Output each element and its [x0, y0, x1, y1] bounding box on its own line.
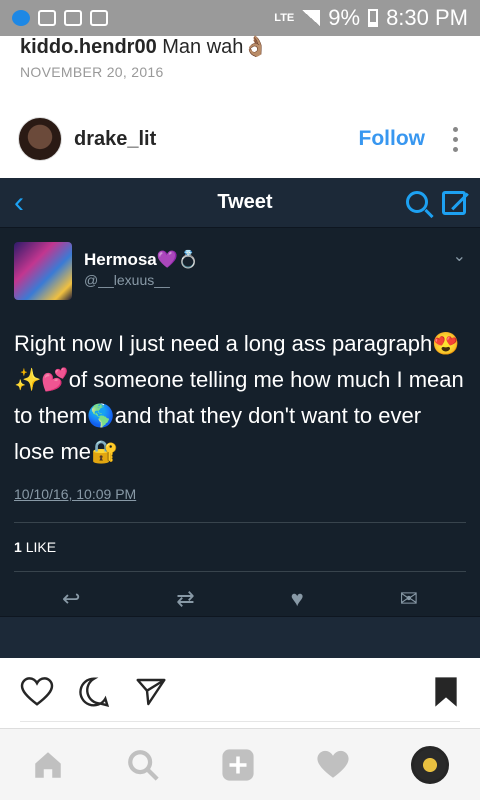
app-notification-icon [12, 10, 30, 26]
tweet-likes-label: LIKE [25, 539, 57, 555]
status-indicators: LTE 9% 8:30 PM [274, 5, 468, 31]
profile-avatar[interactable] [411, 745, 450, 784]
tweet-nav-bar: ‹ Tweet [0, 178, 480, 228]
battery-icon [368, 9, 379, 27]
bottom-nav [0, 728, 480, 800]
recycle-icon [64, 10, 82, 26]
tweet-author: Hermosa💜💍 @__lexuus__ ⌄ [14, 242, 466, 300]
chevron-down-icon: ⌄ [452, 248, 466, 265]
battery-percent: 9% [328, 5, 361, 30]
retweet-icon: ⇄ [176, 586, 195, 611]
search-icon [406, 190, 428, 213]
bookmark-icon[interactable] [434, 676, 458, 708]
caption-username[interactable]: kiddo.hendr00 [20, 36, 157, 58]
follow-button[interactable]: Follow [359, 127, 426, 151]
post-date: NOVEMBER 20, 2016 [20, 64, 164, 80]
add-post-icon[interactable] [221, 748, 255, 782]
divider [20, 721, 460, 722]
tweet-body: Hermosa💜💍 @__lexuus__ ⌄ Right now I just… [0, 228, 480, 626]
tweet-likes-count: 1 [14, 539, 22, 555]
like-heart-icon: ♥ [290, 586, 304, 611]
tweet-footer-bar [0, 616, 480, 658]
post-username[interactable]: drake_lit [74, 128, 156, 151]
home-icon[interactable] [31, 748, 65, 782]
post-caption: kiddo.hendr00 Man wah👌🏽 [20, 34, 268, 59]
tweet-nav-title: Tweet [217, 191, 273, 213]
activity-heart-icon[interactable] [316, 748, 350, 782]
search-icon[interactable] [126, 748, 160, 782]
notification-icons [12, 10, 108, 26]
status-bar: LTE 9% 8:30 PM [0, 0, 480, 36]
tweet-likes: 1 LIKE [14, 523, 466, 571]
share-send-icon[interactable] [134, 676, 168, 708]
compose-icon [442, 190, 466, 215]
avatar[interactable] [18, 117, 62, 161]
tweet-author-name: Hermosa💜💍 [84, 250, 200, 269]
tweet-timestamp: 10/10/16, 10:09 PM [14, 486, 137, 502]
post-action-bar [0, 670, 480, 714]
tweet-author-handle: @__lexuus__ [84, 272, 170, 288]
post-image[interactable]: ‹ Tweet Hermosa💜💍 @__lexuus__ ⌄ Right no… [0, 178, 480, 658]
back-chevron-icon: ‹ [14, 185, 24, 219]
more-options-icon[interactable] [453, 126, 458, 152]
post-header: drake_lit Follow [0, 108, 480, 170]
message-icon [38, 10, 56, 26]
voicemail-icon [90, 10, 108, 26]
reply-icon: ↩ [61, 586, 81, 611]
tweet-author-avatar [14, 242, 72, 300]
comment-icon[interactable] [78, 676, 110, 708]
direct-message-icon: ✉ [399, 586, 419, 611]
clock: 8:30 PM [386, 5, 468, 30]
like-heart-icon[interactable] [20, 677, 54, 707]
network-type: LTE [274, 12, 295, 24]
signal-icon [302, 10, 321, 26]
tweet-text: Right now I just need a long ass paragra… [14, 331, 464, 464]
caption-text: Man wah👌🏽 [162, 36, 269, 58]
